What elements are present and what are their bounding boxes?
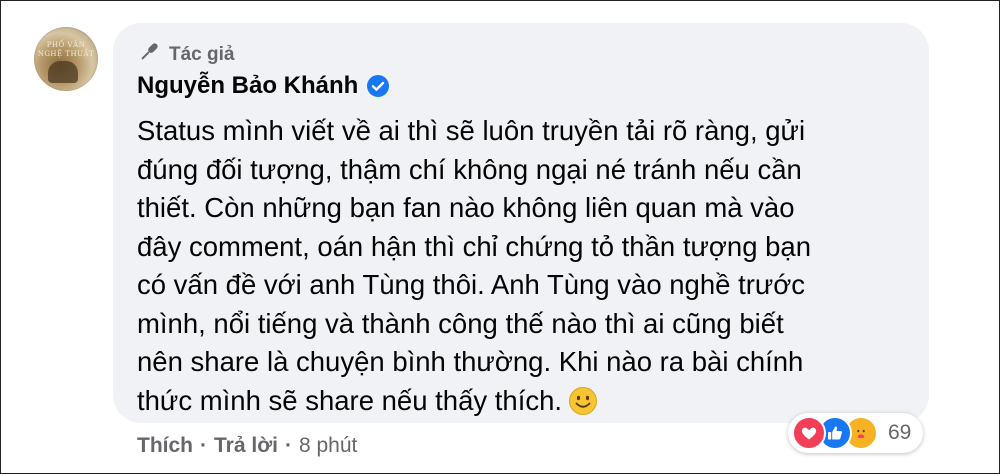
microphone-icon <box>137 40 161 70</box>
smile-emoji-icon <box>568 386 598 416</box>
comment-line: thiết. Còn những bạn fan nào không liên … <box>137 192 795 223</box>
reaction-count: 69 <box>888 421 912 444</box>
verified-badge-icon <box>366 74 390 98</box>
avatar-text-1: PHỐ VĂN <box>46 41 86 49</box>
author-row: Nguyễn Bảo Khánh <box>137 72 390 100</box>
comment-text: Status mình viết về ai thì sẽ luôn truyề… <box>137 112 917 420</box>
comment-line: đây comment, oán hận thì chỉ chứng tỏ th… <box>137 230 812 262</box>
avatar-figure <box>48 61 78 83</box>
reactions-summary[interactable]: 69 <box>788 413 924 453</box>
comment-bubble: Tác giả Nguyễn Bảo Khánh Status mình viế… <box>113 23 929 423</box>
separator-dot: · <box>200 434 207 457</box>
badge-label: Tác giả <box>169 44 235 65</box>
screenshot-frame: PHỐ VĂN NGHỆ THUẬT Tác giả Nguyễn Bảo Kh… <box>0 0 1000 474</box>
comment-line: Status mình viết về ai thì sẽ luôn truyề… <box>137 115 806 146</box>
separator-dot: · <box>284 434 292 457</box>
comment-line: có vấn đề với anh Tùng thôi. Anh Tùng và… <box>137 269 806 300</box>
author-name[interactable]: Nguyễn Bảo Khánh <box>137 72 358 100</box>
comment-line: mình, nổi tiếng và thành công thế nào th… <box>137 307 784 339</box>
comment-line: thức mình sẽ share nếu thấy thích. <box>137 384 563 416</box>
author-avatar[interactable]: PHỐ VĂN NGHỆ THUẬT <box>34 27 98 91</box>
comment-line: nên share là chuyện bình thường. Khi nào… <box>137 346 804 377</box>
love-reaction-icon <box>792 416 826 450</box>
comment-timestamp[interactable]: 8 phút <box>299 434 357 458</box>
avatar-text-2: NGHỆ THUẬT <box>37 50 95 58</box>
like-button[interactable]: Thích <box>137 434 193 458</box>
comment-line: đúng đối tượng, thậm chí không ngại né t… <box>137 153 802 185</box>
author-badge: Tác giả <box>137 40 234 70</box>
reply-button[interactable]: Trả lời <box>214 434 278 458</box>
comment-actions: Thích · Trả lời · 8 phút <box>137 434 357 458</box>
